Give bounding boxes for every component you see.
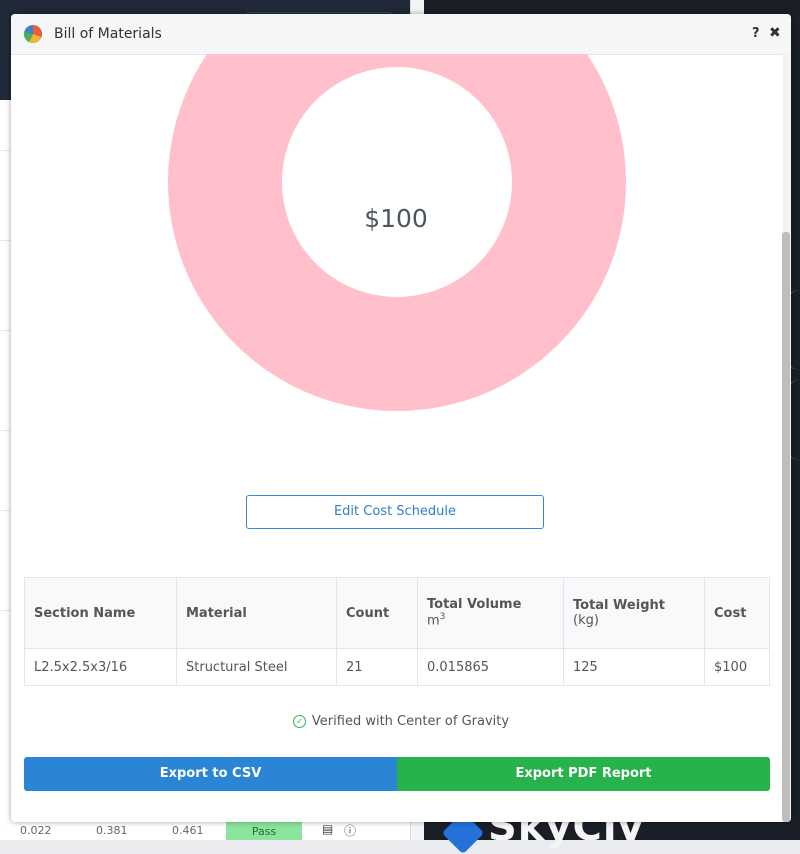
column-header-material: Material xyxy=(176,577,337,649)
table-cell: 0.461 xyxy=(172,824,204,837)
bill-of-materials-modal: Bill of Materials ? ✖ $100 Edit Cost Sch… xyxy=(11,14,791,822)
export-pdf-button[interactable]: Export PDF Report xyxy=(397,757,770,791)
unit-base: m xyxy=(427,613,440,629)
bill-of-materials-table: Section Name Material Count Total Volume… xyxy=(24,577,770,686)
table-row: L2.5x2.5x3/16 Structural Steel 21 0.0158… xyxy=(24,648,770,686)
donut-svg xyxy=(168,54,626,411)
info-icon[interactable]: ⓘ xyxy=(344,822,356,839)
total-volume-label: Total Volume xyxy=(427,597,522,613)
total-weight-label: Total Weight xyxy=(573,598,665,613)
cost-donut-chart: $100 xyxy=(11,54,791,454)
export-csv-button[interactable]: Export to CSV xyxy=(24,757,397,791)
scrollbar-thumb[interactable] xyxy=(782,232,790,822)
column-header-cost: Cost xyxy=(704,577,770,649)
help-button[interactable]: ? xyxy=(752,26,760,41)
verification-status: ✓ Verified with Center of Gravity xyxy=(11,714,791,729)
modal-title: Bill of Materials xyxy=(54,26,162,42)
verification-text: Verified with Center of Gravity xyxy=(311,714,510,729)
column-header-section-name: Section Name xyxy=(24,577,177,649)
close-button[interactable]: ✖ xyxy=(769,25,781,41)
table-cell: 0.381 xyxy=(96,824,128,837)
table-cell: 0.022 xyxy=(20,824,52,837)
unit-exponent: 3 xyxy=(439,612,446,623)
total-weight-unit: (kg) xyxy=(573,613,599,628)
check-circle-icon: ✓ xyxy=(292,715,306,728)
edit-cost-schedule-button[interactable]: Edit Cost Schedule xyxy=(246,495,544,529)
donut-center-value: $100 xyxy=(364,204,428,233)
cell-total-volume: 0.015865 xyxy=(417,648,564,686)
total-volume-unit: m3 xyxy=(427,612,554,628)
column-header-total-volume: Total Volume m3 xyxy=(417,577,564,649)
cell-cost: $100 xyxy=(704,648,770,686)
document-icon[interactable]: ▤ xyxy=(322,822,333,836)
table-header-row: Section Name Material Count Total Volume… xyxy=(24,577,770,649)
cell-total-weight: 125 xyxy=(563,648,705,686)
pie-chart-icon xyxy=(23,24,43,44)
column-header-count: Count xyxy=(336,577,418,649)
cell-material: Structural Steel xyxy=(176,648,337,686)
modal-header: Bill of Materials ? ✖ xyxy=(11,14,791,55)
cell-section-name: L2.5x2.5x3/16 xyxy=(24,648,177,686)
column-header-total-weight: Total Weight (kg) xyxy=(563,577,705,649)
cell-count: 21 xyxy=(336,648,418,686)
